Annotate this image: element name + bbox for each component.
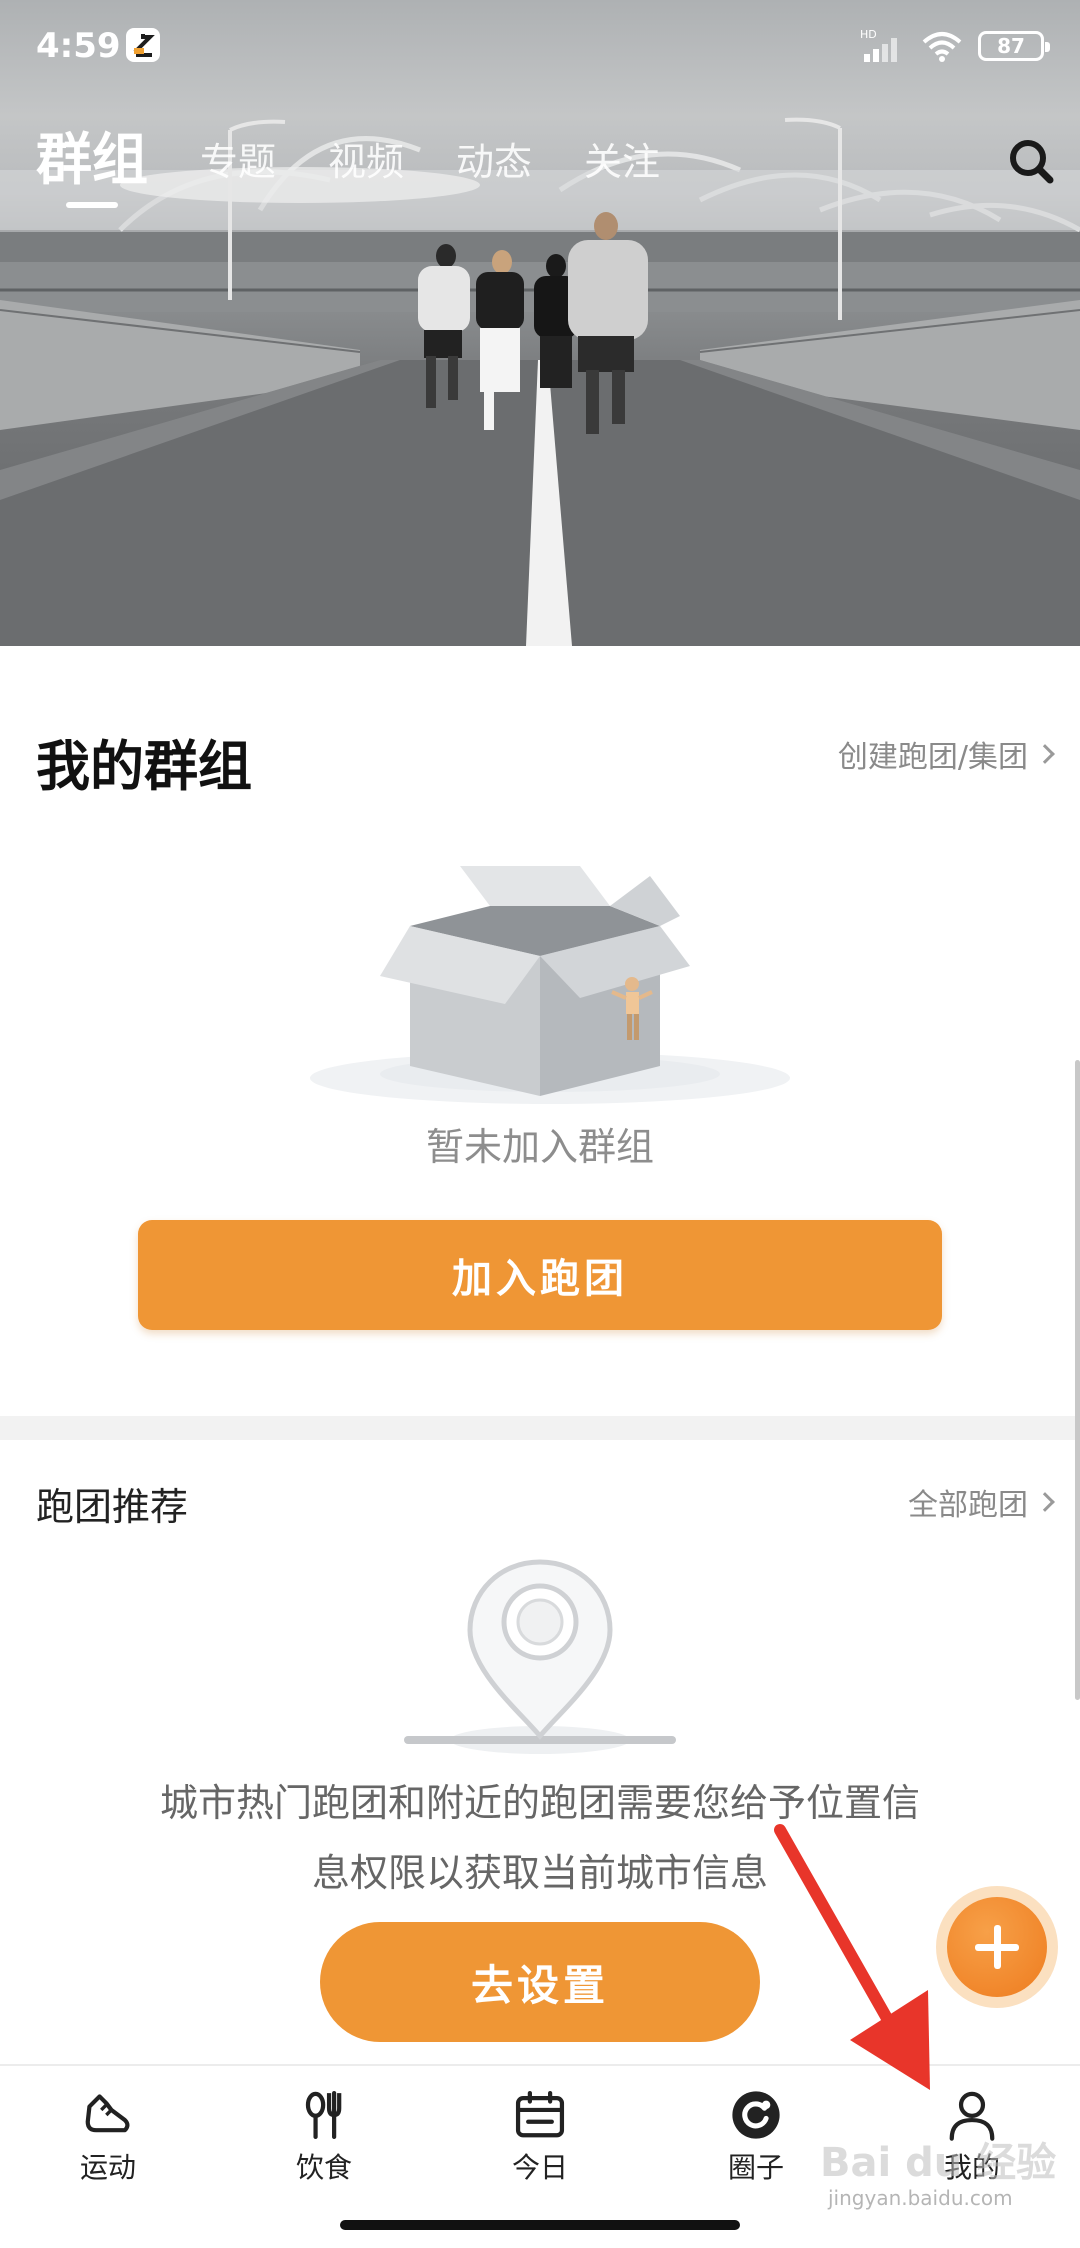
- scrollbar: [1075, 1060, 1080, 1700]
- nav-label-diet: 饮食: [295, 2151, 352, 2184]
- tab-groups[interactable]: 群组: [36, 115, 148, 208]
- top-tab-bar: 群组 专题 视频 动态 关注: [36, 118, 712, 208]
- shoe-icon: [85, 2094, 130, 2133]
- battery-icon: 87: [978, 31, 1050, 61]
- go-settings-button[interactable]: 去设置: [320, 1922, 760, 2042]
- create-team-link[interactable]: 创建跑团/集团: [837, 732, 1055, 776]
- nav-label-sport: 运动: [79, 2151, 136, 2184]
- permission-text-line1: 城市热门跑团和附近的跑团需要您给予位置信: [159, 1781, 920, 1825]
- calendar-icon: [515, 2090, 565, 2138]
- home-indicator[interactable]: [340, 2220, 740, 2230]
- tab-feed[interactable]: 动态: [456, 131, 532, 208]
- empty-state-text: 暂未加入群组: [425, 1125, 654, 1169]
- nav-label-today: 今日: [511, 2151, 568, 2184]
- battery-level: 87: [997, 34, 1025, 58]
- chevron-right-icon: [1035, 744, 1055, 764]
- wifi-icon: [922, 32, 962, 62]
- recommend-title: 跑团推荐: [36, 1485, 189, 1529]
- network-label: HD: [860, 28, 877, 41]
- fork-knife-icon: [305, 2090, 342, 2140]
- all-teams-label: 全部跑团: [908, 1488, 1028, 1523]
- add-floating-button[interactable]: [936, 1886, 1058, 2008]
- app-notification-icon: [126, 28, 160, 62]
- signal-icon: HD: [860, 28, 897, 62]
- nav-item-diet[interactable]: 饮食: [216, 2066, 432, 2186]
- all-teams-link[interactable]: 全部跑团: [908, 1480, 1055, 1524]
- search-icon[interactable]: [1002, 132, 1062, 192]
- tab-following[interactable]: 关注: [584, 131, 660, 208]
- hero-photo: [0, 117, 1080, 646]
- tab-topics[interactable]: 专题: [200, 131, 276, 208]
- tab-videos[interactable]: 视频: [328, 131, 404, 208]
- plus-icon: [947, 1897, 1047, 1997]
- status-bar: 4:59 HD 87: [0, 0, 1080, 96]
- permission-text-line2: 息权限以获取当前城市信息: [311, 1851, 768, 1895]
- hero-banner: 4:59 HD 87 群组 专题 视频 动态 关注: [0, 0, 1080, 646]
- chevron-right-icon: [1035, 1492, 1055, 1512]
- watermark-url: jingyan.baidu.com: [828, 2186, 1013, 2210]
- join-team-button[interactable]: 加入跑团: [138, 1220, 942, 1330]
- nav-item-sport[interactable]: 运动: [0, 2066, 216, 2186]
- team-recommend-section: 跑团推荐 全部跑团 城市热门跑团和附近的跑团需要您给予位置信 息权限以获取当前城…: [0, 1440, 1080, 2064]
- nav-label-circle: 圈子: [727, 2151, 784, 2184]
- location-pin-illustration: [404, 1559, 676, 1754]
- my-group-title: 我的群组: [36, 735, 252, 798]
- create-team-label: 创建跑团/集团: [837, 740, 1028, 775]
- my-group-section: 我的群组 创建跑团/集团 暂未加入群组 加入跑团: [0, 646, 1080, 1416]
- empty-box-illustration: [310, 866, 790, 1104]
- circle-refresh-icon: [732, 2091, 780, 2139]
- watermark-logo: Bai du 经验: [820, 2140, 1057, 2186]
- status-time: 4:59: [36, 26, 121, 66]
- section-divider: [0, 1416, 1080, 1440]
- nav-item-today[interactable]: 今日: [432, 2066, 648, 2186]
